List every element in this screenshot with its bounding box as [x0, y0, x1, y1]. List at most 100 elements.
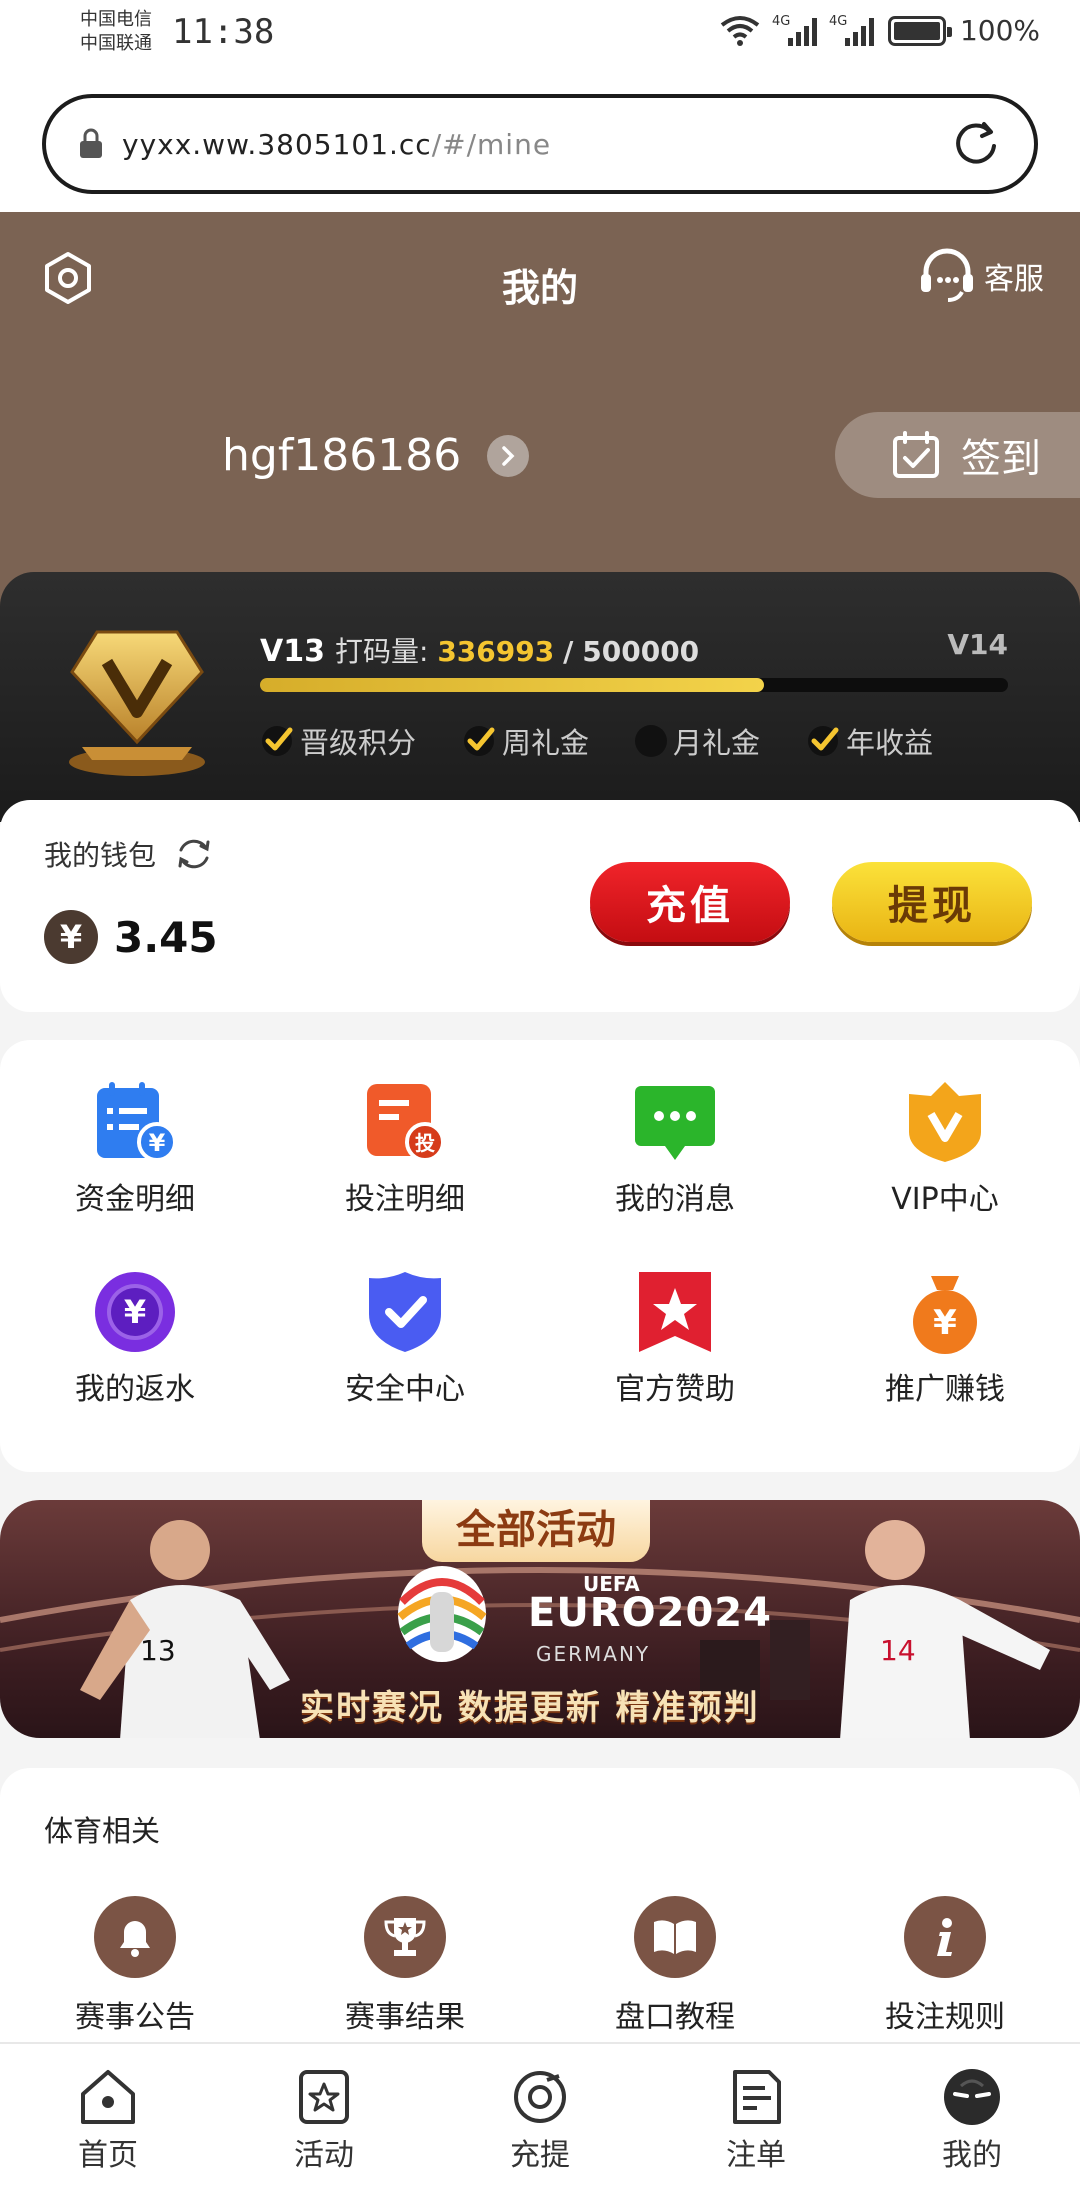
svg-text:13: 13 [140, 1634, 176, 1667]
network-type-1: 4G [771, 13, 791, 29]
menu-item-message[interactable]: 我的消息 [540, 1080, 810, 1218]
wallet-card: 我的钱包 ¥ 3.45 充值 提现 [0, 800, 1080, 1012]
battery-level: 100% [959, 14, 1040, 47]
vip-next-level: V14 [947, 628, 1008, 661]
trophy-icon [364, 1896, 446, 1978]
menu-item-label: 安全中心 [345, 1372, 465, 1407]
tab-label: 注单 [726, 2138, 786, 2173]
wallet-label: 我的钱包 [44, 839, 157, 872]
tab-home[interactable]: 首页 [0, 2066, 216, 2174]
vip-perk-label: 年收益 [846, 726, 934, 760]
all-activities-tag: 全部活动 [422, 1500, 650, 1562]
customer-service-label: 客服 [984, 262, 1044, 297]
check-icon [808, 726, 839, 756]
menu-item-money-bag[interactable]: ¥ 推广赚钱 [810, 1270, 1080, 1408]
deposit-button[interactable]: 充值 [590, 862, 790, 942]
banner-slogan: 实时赛况 数据更新 精准预判 [300, 1688, 760, 1728]
bottom-tab-bar: 首页 活动 充提 注单 我的 [0, 2042, 1080, 2185]
sports-item-label: 赛事结果 [345, 2000, 465, 2035]
tab-profile[interactable]: 我的 [864, 2066, 1080, 2174]
euro-title: EURO2024 [528, 1590, 772, 1636]
fund-details-icon: ¥ [93, 1080, 177, 1164]
vip-badge-icon [69, 630, 205, 776]
wallet-balance-row: ¥ 3.45 [44, 910, 218, 964]
euro-trophy-logo [397, 1566, 487, 1662]
sports-item-label: 赛事公告 [75, 2000, 195, 2035]
vip-perk: 月礼金 [635, 720, 760, 762]
menu-item-rebate[interactable]: ¥ 我的返水 [0, 1270, 270, 1408]
username: hgf186186 [222, 430, 462, 481]
menu-item-bet-details[interactable]: 投投注明细 [270, 1080, 540, 1218]
sports-item-label: 盘口教程 [615, 2000, 735, 2035]
url-text[interactable]: yyxx.ww.3805101.cc/#/mine [122, 128, 950, 161]
player-left-image: 13 [80, 1520, 290, 1738]
menu-item-label: 我的消息 [615, 1182, 735, 1217]
sports-item-book[interactable]: 盘口教程 [540, 1896, 810, 2036]
svg-text:¥: ¥ [149, 1129, 166, 1157]
url-bar[interactable]: yyxx.ww.3805101.cc/#/mine [42, 94, 1038, 194]
tab-activity[interactable]: 活动 [216, 2066, 432, 2174]
menu-item-label: 官方赞助 [615, 1372, 735, 1407]
menu-item-fund-details[interactable]: ¥ 资金明细 [0, 1080, 270, 1218]
wallet-balance: 3.45 [114, 912, 218, 962]
tab-label: 活动 [294, 2138, 354, 2173]
player-right-image: 14 [840, 1520, 1050, 1738]
star-flag-icon [633, 1270, 717, 1354]
vip-card[interactable]: V13 打码量: 336993 / 500000 V14 晋级积分 周礼金 月礼金 年… [0, 572, 1080, 822]
headset-icon [921, 248, 973, 302]
promo-banner[interactable]: 13 14 全部活动 UEFA EURO2024 GERMANY 实时赛况 数据… [0, 1500, 1080, 1738]
vip-perk: 年收益 [806, 720, 933, 762]
tab-bet-slip[interactable]: 注单 [648, 2066, 864, 2174]
vip-perks: 晋级积分 周礼金 月礼金 年收益 [260, 720, 933, 762]
refresh-icon[interactable] [174, 834, 214, 874]
unchecked-dot-icon [635, 725, 668, 757]
menu-item-label: 推广赚钱 [885, 1372, 1005, 1407]
vip-perk: 晋级积分 [260, 720, 416, 762]
sports-item-trophy[interactable]: 赛事结果 [270, 1896, 540, 2036]
browser-toolbar: yyxx.ww.3805101.cc/#/mine [0, 80, 1080, 212]
lock-icon [80, 128, 102, 158]
info-icon [904, 1896, 986, 1978]
sports-item-info[interactable]: 投注规则 [810, 1896, 1080, 2036]
tab-deposit-withdraw[interactable]: 充提 [432, 2066, 648, 2174]
turnover-current: 336993 [437, 635, 555, 668]
reload-icon[interactable] [950, 118, 1002, 170]
vip-perk-label: 晋级积分 [300, 726, 417, 760]
username-link[interactable]: hgf186186 [222, 430, 530, 481]
check-icon [464, 726, 495, 756]
status-time: 11:38 [172, 12, 275, 52]
checkin-button[interactable]: 签到 [835, 412, 1080, 498]
sports-item-bell[interactable]: 赛事公告 [0, 1896, 270, 2036]
svg-text:14: 14 [880, 1634, 916, 1667]
menu-item-label: 投注明细 [345, 1182, 465, 1217]
profile-icon [941, 2066, 1003, 2128]
carrier-1: 中国电信 [80, 9, 152, 30]
bet-details-icon: 投 [363, 1080, 447, 1164]
turnover-target: 500000 [582, 635, 700, 668]
vip-crown-icon [903, 1080, 987, 1164]
message-icon [633, 1080, 717, 1164]
menu-item-label: VIP中心 [891, 1182, 999, 1217]
menu-item-star-flag[interactable]: 官方赞助 [540, 1270, 810, 1408]
rebate-icon: ¥ [93, 1270, 177, 1354]
signal-icon-2: 4G [829, 14, 874, 46]
check-icon [262, 726, 293, 756]
sports-item-label: 投注规则 [885, 2000, 1005, 2035]
checkin-label: 签到 [961, 436, 1041, 482]
battery-icon [887, 15, 952, 46]
svg-text:¥: ¥ [124, 1293, 146, 1331]
host-country: GERMANY [536, 1642, 651, 1666]
tab-label: 我的 [942, 2138, 1002, 2173]
menu-item-vip-crown[interactable]: VIP中心 [810, 1080, 1080, 1218]
vip-progress-fill [260, 678, 765, 692]
tab-label: 充提 [510, 2138, 570, 2173]
home-icon [77, 2066, 139, 2128]
customer-service-button[interactable]: 客服 [918, 248, 1044, 304]
menu-item-shield[interactable]: 安全中心 [270, 1270, 540, 1408]
url-domain: yyxx.ww.3805101.cc [122, 127, 432, 161]
turnover-separator: / [563, 635, 574, 668]
withdraw-button[interactable]: 提现 [832, 862, 1032, 942]
wifi-icon [720, 15, 760, 46]
shield-icon [363, 1270, 447, 1354]
sports-section-title: 体育相关 [44, 1814, 161, 1848]
